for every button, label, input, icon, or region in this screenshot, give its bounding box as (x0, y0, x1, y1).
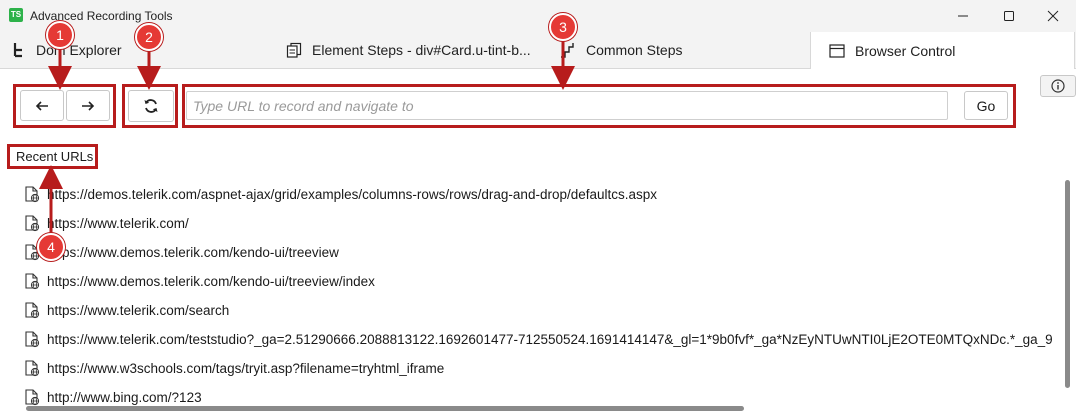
recent-urls-list: https://demos.telerik.com/aspnet-ajax/gr… (24, 180, 1064, 408)
annotation-badge-3: 3 (549, 13, 577, 41)
close-button[interactable] (1030, 0, 1076, 32)
maximize-button[interactable] (986, 0, 1032, 32)
stairs-icon (560, 42, 576, 58)
annotation-badge-2: 2 (135, 23, 163, 51)
web-page-icon (24, 214, 42, 232)
tab-label: Common Steps (586, 42, 683, 58)
minimize-icon (958, 15, 968, 17)
horizontal-scrollbar[interactable] (26, 406, 744, 411)
url-text: https://www.telerik.com/teststudio?_ga=2… (47, 331, 1053, 347)
list-item[interactable]: https://www.demos.telerik.com/kendo-ui/t… (24, 239, 339, 265)
annotation-badge-4: 4 (37, 233, 65, 261)
url-text: https://www.demos.telerik.com/kendo-ui/t… (47, 244, 339, 260)
minimize-button[interactable] (940, 0, 986, 32)
url-text: https://www.w3schools.com/tags/tryit.asp… (47, 360, 445, 376)
list-item[interactable]: https://www.w3schools.com/tags/tryit.asp… (24, 355, 444, 381)
tab-label: Browser Control (855, 42, 956, 59)
list-item[interactable]: https://www.telerik.com/teststudio?_ga=2… (24, 326, 1053, 352)
url-text: https://www.telerik.com/search (47, 302, 230, 318)
tab-common-steps[interactable]: Common Steps (560, 32, 682, 68)
list-item[interactable]: https://demos.telerik.com/aspnet-ajax/gr… (24, 181, 657, 207)
vertical-scrollbar[interactable] (1065, 180, 1070, 388)
info-icon (1051, 79, 1065, 93)
url-text: https://demos.telerik.com/aspnet-ajax/gr… (47, 186, 658, 202)
app-logo: TS (9, 8, 23, 22)
web-page-icon (24, 388, 42, 406)
info-button[interactable] (1040, 75, 1076, 97)
close-icon (1047, 10, 1059, 22)
url-text: https://www.telerik.com/ (47, 215, 189, 231)
maximize-icon (1004, 11, 1014, 21)
annotation-box-history (13, 84, 116, 128)
tab-browser-control[interactable]: Browser Control (810, 32, 1075, 69)
tab-element-steps[interactable]: Element Steps - div#Card.u-tint-b... (286, 32, 531, 68)
window-title: Advanced Recording Tools (30, 9, 173, 23)
annotation-box-recent-label (7, 144, 98, 169)
web-page-icon (24, 272, 42, 290)
url-text: https://www.demos.telerik.com/kendo-ui/t… (47, 273, 375, 289)
annotation-badge-1: 1 (46, 21, 74, 49)
url-text: http://www.bing.com/?123 (47, 389, 202, 405)
annotation-box-url-bar (182, 84, 1016, 128)
web-page-icon (24, 359, 42, 377)
dom-tree-icon (12, 42, 26, 58)
list-item[interactable]: https://www.demos.telerik.com/kendo-ui/t… (24, 268, 375, 294)
title-bar: TS Advanced Recording Tools (0, 0, 1076, 32)
steps-stack-icon (286, 42, 302, 58)
web-page-icon (24, 330, 42, 348)
tab-label: Element Steps - div#Card.u-tint-b... (312, 42, 531, 58)
list-item[interactable]: http://www.bing.com/?123 (24, 384, 202, 408)
browser-window-icon (829, 43, 845, 58)
web-page-icon (24, 301, 42, 319)
web-page-icon (24, 185, 42, 203)
annotation-box-refresh (122, 84, 178, 128)
list-item[interactable]: https://www.telerik.com/search (24, 297, 229, 323)
